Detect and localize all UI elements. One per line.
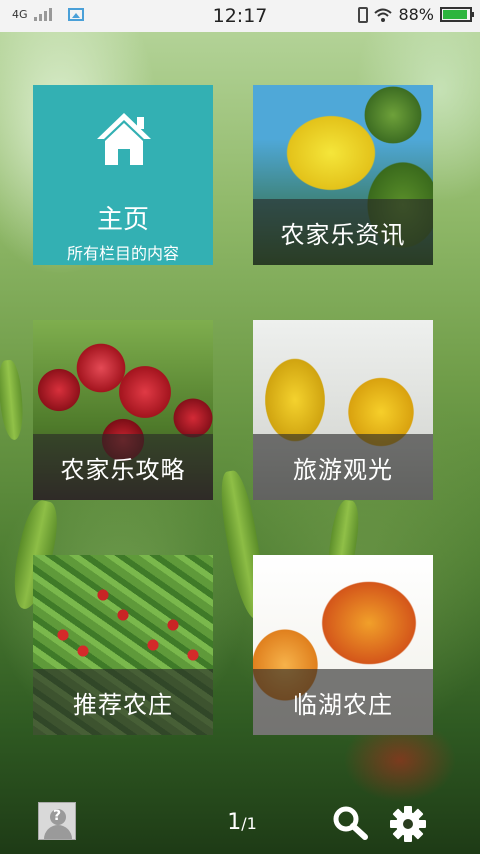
tile-recommended-label: 推荐农庄 xyxy=(33,669,213,735)
tile-home-title: 主页 xyxy=(96,205,149,235)
tile-news-label: 农家乐资讯 xyxy=(253,199,433,265)
avatar-icon[interactable]: ? xyxy=(38,802,76,840)
tile-home[interactable]: 主页 所有栏目的内容 xyxy=(33,85,213,265)
status-bar: 4G 12:17 88% xyxy=(0,0,480,32)
tile-news[interactable]: 农家乐资讯 xyxy=(253,85,433,265)
gear-icon[interactable] xyxy=(390,806,426,842)
tile-recommended-farms[interactable]: 推荐农庄 xyxy=(33,555,213,735)
tile-guide[interactable]: 农家乐攻略 xyxy=(33,320,213,500)
tile-home-subtitle: 所有栏目的内容 xyxy=(66,244,179,263)
page-total: /1 xyxy=(241,814,257,833)
page-current: 1 xyxy=(227,810,242,835)
battery-percent: 88% xyxy=(398,5,434,24)
page-indicator: 1/1 xyxy=(212,810,272,835)
tile-tourism-label: 旅游观光 xyxy=(253,434,433,500)
search-icon[interactable] xyxy=(332,806,368,840)
house-icon xyxy=(97,113,151,165)
tile-tourism[interactable]: 旅游观光 xyxy=(253,320,433,500)
wifi-icon xyxy=(374,8,393,22)
tile-guide-label: 农家乐攻略 xyxy=(33,434,213,500)
bottom-bar: ? 1/1 xyxy=(0,790,480,854)
battery-icon xyxy=(440,7,474,22)
vibrate-icon xyxy=(358,6,369,23)
tile-lakeside-label: 临湖农庄 xyxy=(253,669,433,735)
tile-lakeside-farms[interactable]: 临湖农庄 xyxy=(253,555,433,735)
